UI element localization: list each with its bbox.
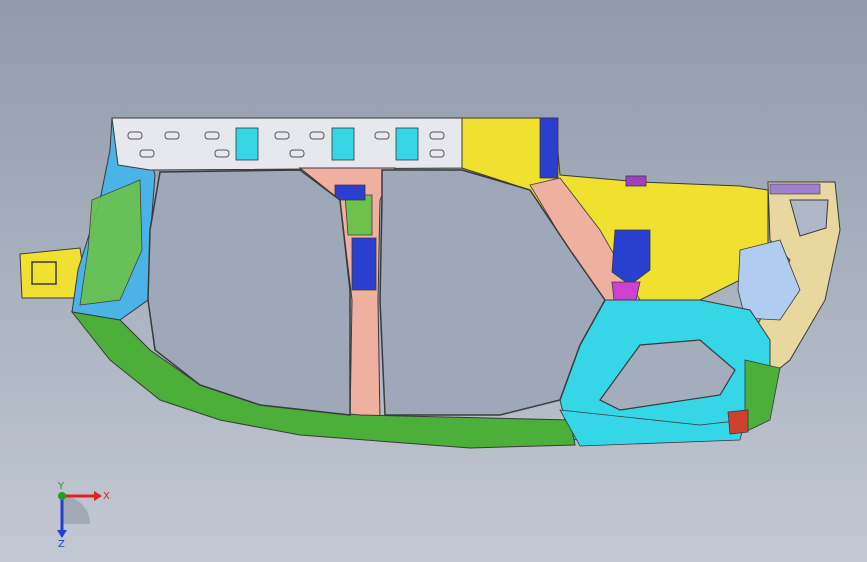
center-pillar-blue-clip-lower[interactable] bbox=[351, 237, 377, 291]
center-pillar-blue-clip-upper[interactable] bbox=[334, 184, 366, 201]
rear-quarter-blue-bracket[interactable] bbox=[539, 117, 559, 179]
coordinate-triad: X Y Z bbox=[57, 481, 110, 548]
y-axis-dot-icon bbox=[58, 492, 66, 500]
rear-pillar-purple-tab[interactable] bbox=[769, 183, 821, 195]
graphics-viewport[interactable]: X Y Z bbox=[0, 0, 867, 562]
rear-quarter-magenta-clip[interactable] bbox=[611, 281, 641, 301]
center-pillar-green-strip[interactable] bbox=[344, 194, 373, 236]
z-axis-label: Z bbox=[58, 539, 65, 548]
rocker-rear-red-bracket[interactable] bbox=[727, 409, 749, 435]
x-axis-arrow-icon bbox=[94, 491, 102, 501]
rocker-rear-green[interactable] bbox=[744, 359, 781, 433]
car-body-side-model[interactable] bbox=[0, 0, 867, 562]
x-axis-label: X bbox=[103, 491, 110, 502]
triad-base-shadow bbox=[62, 496, 90, 524]
z-axis-arrow-icon bbox=[57, 530, 67, 538]
y-axis-label: Y bbox=[57, 481, 65, 492]
rear-quarter-magenta-tab[interactable] bbox=[625, 175, 647, 187]
